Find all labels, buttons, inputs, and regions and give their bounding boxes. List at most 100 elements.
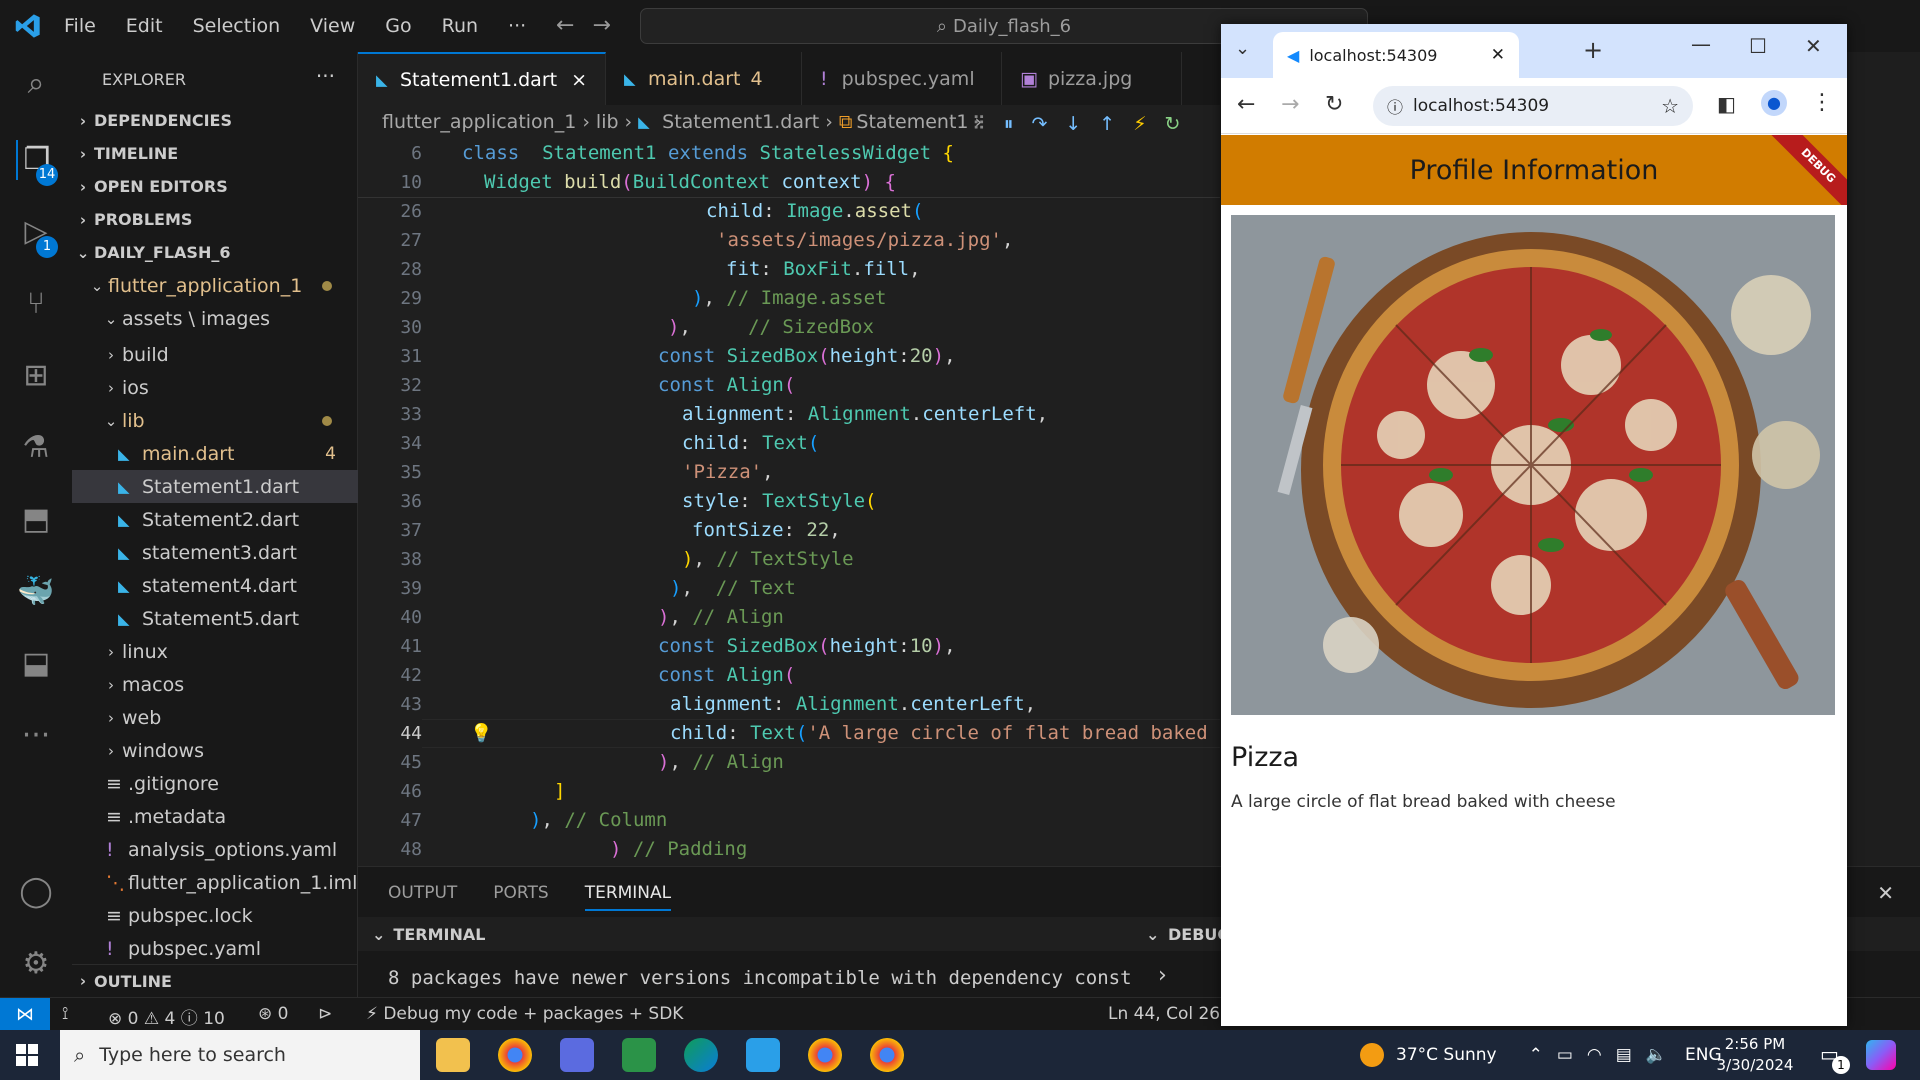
tree-file-main[interactable]: ◣ main.dart 4 (72, 437, 358, 470)
hot-reload-icon[interactable]: ⚡ (1133, 113, 1146, 135)
code-editor[interactable]: 6 class Statement1 extends StatelessWidg… (358, 139, 1220, 866)
section-timeline[interactable]: › TIMELINE (72, 137, 358, 170)
tree-file-statement4[interactable]: ◣ statement4.dart (72, 569, 358, 602)
address-bar[interactable]: ⓘ localhost:54309 ☆ (1373, 86, 1693, 126)
vscode-taskbar-icon[interactable] (746, 1038, 780, 1072)
section-problems[interactable]: › PROBLEMS (72, 203, 358, 236)
browser-menu-icon[interactable]: ⋮ (1811, 90, 1833, 115)
menu-selection[interactable]: Selection (193, 15, 281, 37)
browser-tab[interactable]: ◀ localhost:54309 ✕ (1273, 32, 1519, 78)
account-icon[interactable]: ◯ (16, 872, 56, 912)
tree-file-iml[interactable]: ⋱ flutter_application_1.iml (72, 866, 358, 899)
tab-pizza[interactable]: ▣ pizza.jpg (1002, 52, 1182, 105)
tree-folder-ios[interactable]: › ios (72, 371, 358, 404)
edge-icon[interactable] (684, 1038, 718, 1072)
tree-file-statement1[interactable]: ◣ Statement1.dart (72, 470, 358, 503)
side-panel-icon[interactable]: ◧ (1717, 92, 1736, 116)
breadcrumb-item[interactable]: Statement1 (856, 111, 968, 133)
tree-file-pubspec[interactable]: ! pubspec.yaml (72, 932, 358, 965)
forward-arrow-icon[interactable]: → (592, 13, 628, 38)
flutter-device-icon[interactable]: ⟟ (62, 1004, 68, 1024)
forward-arrow-icon[interactable]: → (1281, 92, 1299, 117)
search-icon[interactable]: ⌕ (16, 64, 56, 104)
tab-search-icon[interactable]: ⌄ (1235, 38, 1250, 59)
reload-icon[interactable]: ↻ (1325, 92, 1343, 117)
tree-folder-macos[interactable]: › macos (72, 668, 358, 701)
flutter-outline-icon[interactable]: ⬓ (16, 644, 56, 684)
panel-tab-output[interactable]: OUTPUT (388, 883, 457, 911)
volume-icon[interactable]: 🔈 (1646, 1045, 1667, 1065)
breadcrumb-item[interactable]: Statement1.dart (662, 111, 819, 133)
tab-main[interactable]: ◣ main.dart 4 (606, 52, 802, 105)
chrome-icon[interactable] (498, 1038, 532, 1072)
section-outline[interactable]: › OUTLINE (72, 964, 358, 997)
tree-file-statement3[interactable]: ◣ statement3.dart (72, 536, 358, 569)
back-arrow-icon[interactable]: ← (1237, 92, 1255, 117)
close-icon[interactable]: × (571, 69, 587, 91)
chrome-active-icon[interactable] (808, 1038, 842, 1072)
tree-folder-build[interactable]: › build (72, 338, 358, 371)
cursor-position[interactable]: Ln 44, Col 26 (1108, 1004, 1220, 1024)
tree-folder-assets[interactable]: ⌄ assets \ images (72, 302, 358, 335)
tree-file-metadata[interactable]: ≡ .metadata (72, 800, 358, 833)
file-explorer-icon[interactable] (436, 1038, 470, 1072)
breadcrumb-item[interactable]: lib (596, 111, 619, 133)
clock[interactable]: 2:56 PM 3/30/2024 (1700, 1034, 1810, 1076)
menu-go[interactable]: Go (385, 15, 411, 37)
tree-file-statement5[interactable]: ◣ Statement5.dart (72, 602, 358, 635)
weather-label[interactable]: 37°C Sunny (1396, 1045, 1497, 1065)
bookmark-star-icon[interactable]: ☆ (1661, 94, 1679, 118)
section-project[interactable]: ⌄ DAILY_FLASH_6 (72, 236, 358, 269)
step-out-icon[interactable]: ↑ (1099, 113, 1115, 135)
lightbulb-icon[interactable]: 💡 (470, 719, 492, 748)
ports-indicator[interactable]: ⊛ 0 (258, 1004, 288, 1024)
maximize-icon[interactable]: ☐ (1749, 34, 1767, 58)
panel-tab-terminal[interactable]: TERMINAL (584, 883, 672, 911)
pause-icon[interactable]: ⏸ (1004, 113, 1014, 135)
app-icon[interactable] (560, 1038, 594, 1072)
profile-avatar-icon[interactable]: ● (1761, 90, 1787, 116)
menu-file[interactable]: File (64, 15, 96, 37)
tree-folder-linux[interactable]: › linux (72, 635, 358, 668)
menu-run[interactable]: Run (442, 15, 478, 37)
copilot-icon[interactable] (1866, 1040, 1896, 1070)
debug-mode-indicator[interactable]: ⚡ Debug my code + packages + SDK (366, 1004, 683, 1024)
menu-edit[interactable]: Edit (126, 15, 163, 37)
breadcrumb-item[interactable]: flutter_application_1 (382, 111, 576, 133)
minimize-icon[interactable]: — (1691, 32, 1711, 56)
flutter-icon[interactable]: ⬒ (16, 500, 56, 540)
device-icon[interactable]: ▤ (1616, 1045, 1632, 1065)
remote-icon[interactable]: ⋈ (0, 998, 50, 1031)
drag-handle-icon[interactable]: ⠿ (972, 113, 986, 135)
menu-more[interactable]: ··· (508, 15, 526, 37)
weather-sun-icon[interactable] (1360, 1043, 1384, 1067)
close-window-icon[interactable]: ✕ (1805, 34, 1822, 58)
camo-icon[interactable] (622, 1038, 656, 1072)
close-panel-icon[interactable]: ✕ (1877, 881, 1894, 905)
tree-folder-lib[interactable]: ⌄ lib (72, 404, 358, 437)
step-over-icon[interactable]: ↷ (1031, 113, 1047, 135)
docker-icon[interactable]: 🐳 (16, 572, 56, 612)
tree-file-gitignore[interactable]: ≡ .gitignore (72, 767, 358, 800)
show-hidden-icons-icon[interactable]: ⌃ (1529, 1045, 1543, 1065)
step-into-icon[interactable]: ↓ (1065, 113, 1081, 135)
wifi-icon[interactable]: ◠ (1587, 1045, 1602, 1065)
tree-file-statement2[interactable]: ◣ Statement2.dart (72, 503, 358, 536)
tree-folder-web[interactable]: › web (72, 701, 358, 734)
section-dependencies[interactable]: › DEPENDENCIES (72, 104, 358, 137)
tree-folder-windows[interactable]: › windows (72, 734, 358, 767)
menu-view[interactable]: View (310, 15, 355, 37)
debug-run-icon[interactable]: ⊳ (318, 1004, 332, 1024)
tab-pubspec[interactable]: ! pubspec.yaml (802, 52, 1002, 105)
panel-tab-ports[interactable]: PORTS (493, 883, 548, 911)
section-open-editors[interactable]: › OPEN EDITORS (72, 170, 358, 203)
problems-indicator[interactable]: ⊗ 0 ⚠ 4 ⓘ 10 (108, 1004, 225, 1029)
tree-file-lock[interactable]: ≡ pubspec.lock (72, 899, 358, 932)
tree-folder-app[interactable]: ⌄ flutter_application_1 (72, 269, 358, 302)
close-icon[interactable]: ✕ (1491, 45, 1505, 65)
windows-start-icon[interactable] (16, 1044, 38, 1066)
chrome-profile-icon[interactable] (870, 1038, 904, 1072)
tab-statement1[interactable]: ◣ Statement1.dart × (358, 52, 606, 105)
more-views-icon[interactable]: ··· (16, 716, 56, 756)
testing-flask-icon[interactable]: ⚗ (16, 428, 56, 468)
